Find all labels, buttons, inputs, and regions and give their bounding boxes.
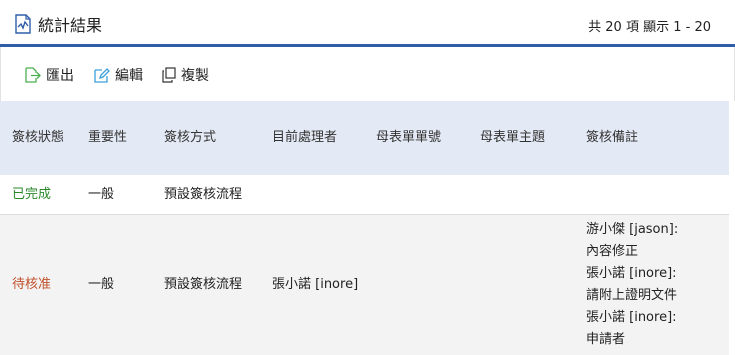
method-cell: 預設簽核流程	[152, 214, 260, 355]
toolbar: 匯出 編輯 複製	[0, 47, 735, 101]
copy-icon	[162, 67, 176, 83]
handler-cell: 張小諾 [inore]	[260, 214, 364, 355]
column-header[interactable]: 重要性	[76, 101, 152, 175]
table-row[interactable]: 待核准 一般 預設簽核流程 張小諾 [inore] 游小傑 [jason]: 內…	[0, 214, 729, 355]
remark-line: 游小傑 [jason]:	[586, 222, 679, 237]
edit-label: 編輯	[115, 68, 143, 84]
table-header-row: 簽核狀態 重要性 簽核方式 目前處理者 母表單單號 母表單主題 簽核備註	[0, 101, 729, 175]
remark-line: 請附上證明文件	[586, 288, 678, 303]
copy-label: 複製	[181, 68, 209, 84]
column-header[interactable]: 目前處理者	[260, 101, 364, 175]
edit-button[interactable]: 編輯	[93, 65, 143, 85]
importance-cell: 一般	[76, 214, 152, 355]
remarks-cell	[574, 175, 729, 215]
remark-line: 申請者	[586, 332, 626, 347]
remark-line: 張小諾 [inore]:	[586, 310, 677, 325]
parent-no-cell	[364, 214, 468, 355]
results-table: 簽核狀態 重要性 簽核方式 目前處理者 母表單單號 母表單主題 簽核備註 已完成…	[0, 101, 729, 355]
remark-line: 張小諾 [inore]:	[586, 266, 677, 281]
title-wrap: 統計結果	[14, 12, 102, 36]
column-header[interactable]: 簽核狀態	[0, 101, 76, 175]
copy-button[interactable]: 複製	[161, 65, 209, 85]
parent-no-cell	[364, 175, 468, 215]
remarks-cell: 游小傑 [jason]: 內容修正 張小諾 [inore]: 請附上證明文件 張…	[574, 214, 729, 355]
page-title: 統計結果	[38, 16, 103, 35]
status-cell: 待核准	[0, 214, 76, 355]
handler-cell	[260, 175, 364, 215]
column-header[interactable]: 母表單單號	[364, 101, 468, 175]
edit-icon	[94, 68, 110, 83]
status-cell: 已完成	[0, 175, 76, 215]
column-header[interactable]: 簽核備註	[574, 101, 729, 175]
paging-info: 共 20 項 顯示 1 - 20	[588, 20, 711, 35]
parent-subject-cell	[468, 214, 574, 355]
export-label: 匯出	[46, 68, 74, 84]
parent-subject-cell	[468, 175, 574, 215]
chart-document-icon	[15, 14, 31, 34]
remark-line: 內容修正	[586, 244, 639, 259]
table-row[interactable]: 已完成 一般 預設簽核流程	[0, 175, 729, 215]
method-cell: 預設簽核流程	[152, 175, 260, 215]
export-icon	[25, 67, 41, 83]
panel-header: 統計結果 共 20 項 顯示 1 - 20	[0, 0, 735, 47]
export-button[interactable]: 匯出	[24, 65, 74, 85]
column-header[interactable]: 母表單主題	[468, 101, 574, 175]
column-header[interactable]: 簽核方式	[152, 101, 260, 175]
importance-cell: 一般	[76, 175, 152, 215]
